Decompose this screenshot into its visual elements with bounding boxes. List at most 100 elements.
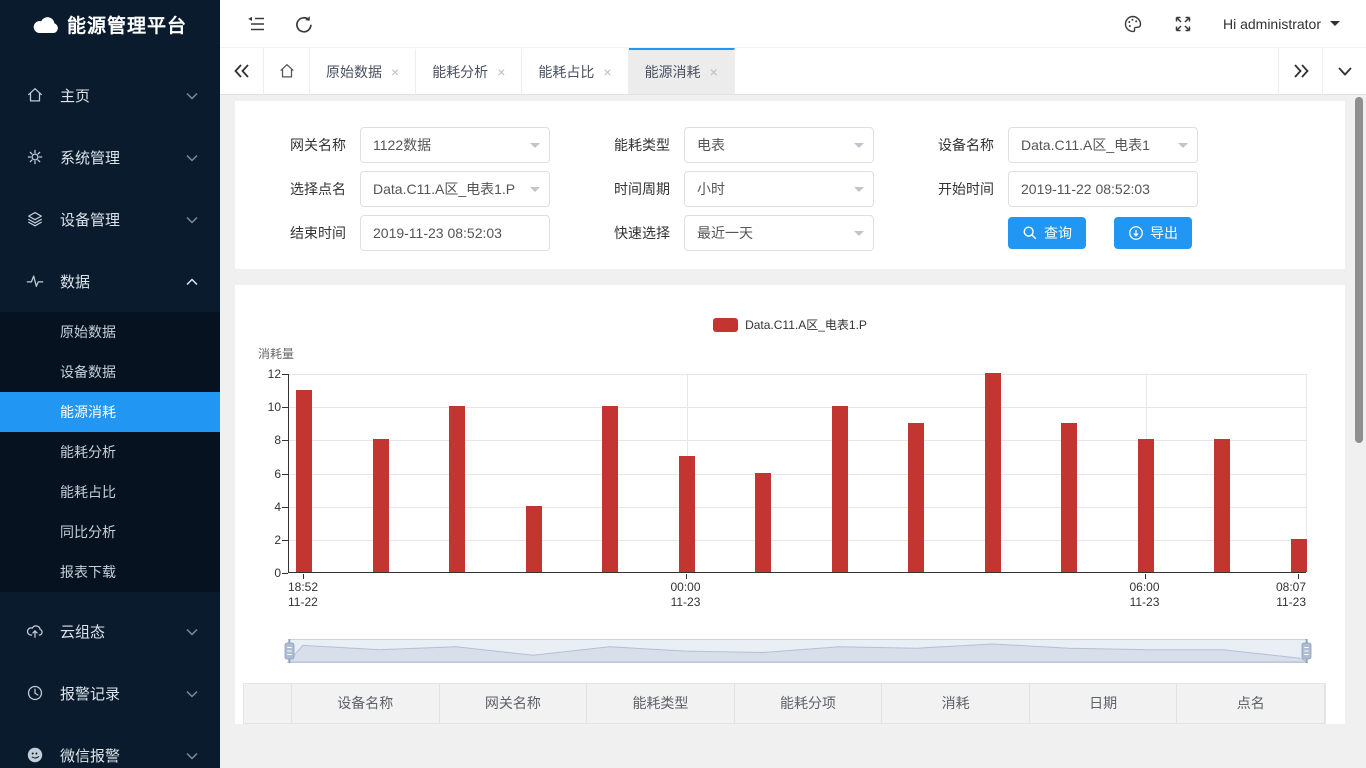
- bar-1[interactable]: [373, 439, 389, 572]
- refresh-icon[interactable]: [294, 14, 314, 34]
- x-tick-label: 08:0711-23: [1260, 580, 1306, 610]
- bar-12[interactable]: [1214, 439, 1230, 572]
- bar-6[interactable]: [755, 473, 771, 573]
- search-icon: [1022, 225, 1038, 241]
- bar-9[interactable]: [985, 373, 1001, 572]
- sidebar-subitem-设备数据[interactable]: 设备数据: [0, 352, 220, 392]
- field-label: 快速选择: [550, 223, 684, 243]
- tab-原始数据[interactable]: 原始数据×: [310, 48, 416, 94]
- tab-能耗分析[interactable]: 能耗分析×: [416, 48, 522, 94]
- bar-chart-plot-area: [288, 374, 1306, 573]
- y-tick-mark: [282, 374, 288, 375]
- select-选择点名[interactable]: Data.C11.A区_电表1.P: [360, 171, 550, 207]
- chart-legend[interactable]: Data.C11.A区_电表1.P: [235, 316, 1345, 333]
- y-tick-label: 10: [241, 400, 281, 414]
- y-tick-mark: [282, 474, 288, 475]
- bar-8[interactable]: [908, 423, 924, 572]
- gridline: [289, 374, 1306, 375]
- theme-palette-icon[interactable]: [1123, 14, 1143, 34]
- bar-13[interactable]: [1291, 539, 1307, 572]
- x-tick-label: 06:0011-23: [1105, 580, 1185, 610]
- field-value: 2019-11-23 08:52:03: [373, 225, 502, 241]
- x-tick-mark: [1298, 574, 1299, 579]
- sidebar-item-3[interactable]: 数据: [0, 250, 220, 312]
- sidebar-item-6[interactable]: 微信报警: [0, 724, 220, 768]
- tab-能耗占比[interactable]: 能耗占比 ×: [522, 48, 628, 94]
- cloud-upload-icon: [26, 622, 44, 640]
- clock-icon: [26, 684, 44, 702]
- bar-4[interactable]: [602, 406, 618, 572]
- table-header-消耗: 消耗: [882, 684, 1030, 723]
- sidebar-item-2[interactable]: 设备管理: [0, 188, 220, 250]
- chevron-down-icon: [186, 623, 198, 640]
- user-menu[interactable]: Hi administrator: [1223, 16, 1340, 32]
- vertical-scrollbar-thumb[interactable]: [1355, 97, 1363, 443]
- y-tick-label: 12: [241, 367, 281, 381]
- select-caret-icon: [530, 187, 540, 197]
- select-caret-icon: [530, 143, 540, 153]
- select-caret-icon: [854, 231, 864, 241]
- tab-能源消耗[interactable]: 能源消耗×: [629, 48, 735, 94]
- tab-home[interactable]: [264, 48, 310, 94]
- tabs-scroll-left-button[interactable]: [220, 48, 264, 94]
- fullscreen-icon[interactable]: [1173, 14, 1193, 34]
- tab-close-icon[interactable]: ×: [497, 65, 505, 79]
- gear-icon: [26, 148, 44, 166]
- sidebar: 能源管理平台 主页系统管理设备管理数据原始数据设备数据能源消耗能耗分析能耗占比同…: [0, 0, 220, 768]
- select-caret-icon: [854, 143, 864, 153]
- sidebar-subitem-同比分析[interactable]: 同比分析: [0, 512, 220, 552]
- y-tick-label: 4: [241, 500, 281, 514]
- select-设备名称[interactable]: Data.C11.A区_电表1: [1008, 127, 1198, 163]
- select-能耗类型[interactable]: 电表: [684, 127, 874, 163]
- tab-close-icon[interactable]: ×: [710, 65, 718, 79]
- bar-0[interactable]: [296, 390, 312, 572]
- bar-11[interactable]: [1138, 439, 1154, 572]
- sidebar-subitem-能耗占比[interactable]: 能耗占比: [0, 472, 220, 512]
- sidebar-item-5[interactable]: 报警记录: [0, 662, 220, 724]
- y-tick-mark: [282, 507, 288, 508]
- bar-7[interactable]: [832, 406, 848, 572]
- bar-10[interactable]: [1061, 423, 1077, 572]
- wechat-icon: [26, 746, 44, 764]
- select-快速选择[interactable]: 最近一天: [684, 215, 874, 251]
- sidebar-subitem-原始数据[interactable]: 原始数据: [0, 312, 220, 352]
- top-header: Hi administrator: [220, 0, 1366, 48]
- y-tick-mark: [282, 573, 288, 574]
- table-header-row: 设备名称网关名称能耗类型能耗分项消耗日期点名: [243, 683, 1326, 724]
- collapse-menu-icon[interactable]: [246, 14, 266, 34]
- legend-swatch: [713, 318, 738, 332]
- field-label: 时间周期: [550, 179, 684, 199]
- bar-3[interactable]: [526, 506, 542, 572]
- tab-close-icon[interactable]: ×: [603, 65, 611, 79]
- export-button[interactable]: 导出: [1114, 217, 1192, 249]
- datetime-input-开始时间[interactable]: 2019-11-22 08:52:03: [1008, 171, 1198, 207]
- sidebar-item-label: 报警记录: [60, 683, 186, 704]
- query-button[interactable]: 查询: [1008, 217, 1086, 249]
- tab-label: 能耗占比: [538, 62, 594, 82]
- y-tick-mark: [282, 540, 288, 541]
- sidebar-item-0[interactable]: 主页: [0, 64, 220, 126]
- chevron-down-icon: [1338, 67, 1352, 76]
- select-caret-icon: [1178, 143, 1188, 153]
- tabs-scroll-right-button[interactable]: [1278, 48, 1322, 94]
- select-网关名称[interactable]: 1122数据: [360, 127, 550, 163]
- sidebar-item-label: 设备管理: [60, 209, 186, 230]
- sidebar-item-1[interactable]: 系统管理: [0, 126, 220, 188]
- x-tick-label: 18:5211-22: [288, 580, 318, 610]
- download-icon: [1128, 225, 1144, 241]
- app-title: 能源管理平台: [67, 11, 187, 38]
- bar-5[interactable]: [679, 456, 695, 572]
- home-icon: [26, 86, 44, 104]
- datetime-input-结束时间[interactable]: 2019-11-23 08:52:03: [360, 215, 550, 251]
- chevron-down-icon: [186, 685, 198, 702]
- sidebar-item-4[interactable]: 云组态: [0, 600, 220, 662]
- sidebar-subitem-能源消耗[interactable]: 能源消耗: [0, 392, 220, 432]
- tab-close-icon[interactable]: ×: [391, 65, 399, 79]
- tabs-menu-button[interactable]: [1322, 48, 1366, 94]
- bar-2[interactable]: [449, 406, 465, 572]
- user-greeting: Hi administrator: [1223, 16, 1321, 32]
- select-时间周期[interactable]: 小时: [684, 171, 874, 207]
- sidebar-subitem-能耗分析[interactable]: 能耗分析: [0, 432, 220, 472]
- sidebar-subitem-报表下载[interactable]: 报表下载: [0, 552, 220, 592]
- datazoom-slider[interactable]: [288, 639, 1308, 663]
